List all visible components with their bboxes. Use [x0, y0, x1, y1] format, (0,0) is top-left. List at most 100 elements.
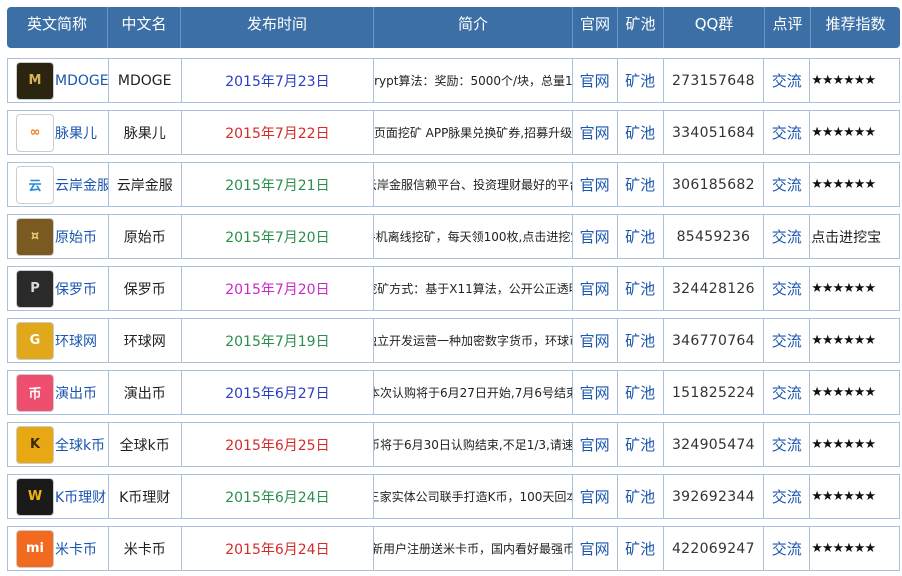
coin-name-link[interactable]: 脉果儿 [55, 123, 97, 143]
qq-group-number: 392692344 [671, 488, 755, 505]
pool-link[interactable]: 矿池 [625, 226, 655, 247]
review-link[interactable]: 交流 [772, 278, 802, 299]
yanchu-coin-icon[interactable]: 币 [16, 373, 54, 412]
pool-link[interactable]: 矿池 [625, 174, 655, 195]
paul-coin-icon[interactable]: P [16, 269, 54, 308]
coin-name-link[interactable]: K币理财 [55, 487, 106, 507]
intro-text: 新用户注册送米卡币，国内看好最强币 [374, 542, 573, 556]
qq-group-number: 85459236 [676, 228, 751, 245]
intro-cell: 页面挖矿 APP脉果兑换矿券,招募升级 [374, 111, 573, 154]
pool-cell: 矿池 [618, 215, 664, 258]
website-link[interactable]: 官网 [580, 70, 610, 91]
huanqiu-coin-icon[interactable]: G [16, 321, 54, 360]
rating-cell: ★★★★★★ [810, 423, 899, 466]
website-link[interactable]: 官网 [580, 486, 610, 507]
website-link[interactable]: 官网 [580, 278, 610, 299]
release-date: 2015年7月21日 [225, 177, 330, 194]
cn-name-cell: 演出币 [109, 371, 182, 414]
mika-coin-icon[interactable]: mi [16, 529, 54, 568]
cn-name: 云岸金服 [116, 177, 173, 194]
website-cell: 官网 [573, 319, 618, 362]
qq-group-number: 306185682 [671, 176, 755, 193]
release-date: 2015年6月25日 [225, 437, 330, 454]
coin-name-link[interactable]: 保罗币 [55, 279, 97, 299]
coin-name-link[interactable]: 米卡币 [55, 539, 97, 559]
cn-name-cell: MDOGE [109, 59, 182, 102]
pool-link[interactable]: 矿池 [625, 538, 655, 559]
intro-cell: 三家实体公司联手打造K币，100天回本 [374, 475, 573, 518]
review-cell: 交流 [764, 267, 811, 310]
eng-name-cell: 币 演出币 [8, 371, 109, 414]
table-row: mi 米卡币 米卡币 2015年6月24日 新用户注册送米卡币，国内看好最强币 … [7, 526, 900, 571]
rating-cell: ★★★★★★ [810, 111, 899, 154]
eng-name-cell: 云 云岸金服 [8, 163, 109, 206]
header-qq-group: QQ群 [664, 7, 765, 48]
website-link[interactable]: 官网 [580, 330, 610, 351]
pool-link[interactable]: 矿池 [625, 434, 655, 455]
eng-name-cell: G 环球网 [8, 319, 109, 362]
maiguoer-logo-icon[interactable]: ∞ [16, 113, 54, 152]
rating-stars: ★★★★★★ [811, 73, 876, 88]
intro-cell: scrypt算法：奖励：5000个/块，总量1亿 [374, 59, 573, 102]
pool-link[interactable]: 矿池 [625, 122, 655, 143]
website-link[interactable]: 官网 [580, 226, 610, 247]
coin-name-link[interactable]: 原始币 [55, 227, 97, 247]
date-cell: 2015年7月22日 [182, 111, 375, 154]
review-link[interactable]: 交流 [772, 122, 802, 143]
review-link[interactable]: 交流 [772, 330, 802, 351]
pool-link[interactable]: 矿池 [625, 330, 655, 351]
coin-name-link[interactable]: MDOGE [55, 73, 108, 89]
review-link[interactable]: 交流 [772, 538, 802, 559]
website-link[interactable]: 官网 [580, 538, 610, 559]
review-link[interactable]: 交流 [772, 70, 802, 91]
intro-text: 云岸金服信赖平台、投资理财最好的平台 [374, 178, 573, 192]
website-cell: 官网 [573, 267, 618, 310]
rating-stars: 点击进挖宝 [811, 229, 882, 246]
header-eng-name: 英文简称 [7, 7, 108, 48]
eng-name-cell: K 全球k币 [8, 423, 109, 466]
date-cell: 2015年7月20日 [182, 267, 375, 310]
coin-name-link[interactable]: 环球网 [55, 331, 97, 351]
pool-link[interactable]: 矿池 [625, 70, 655, 91]
pool-link[interactable]: 矿池 [625, 486, 655, 507]
coin-name-link[interactable]: 全球k币 [55, 435, 105, 455]
header-rating: 推荐指数 [825, 15, 886, 33]
review-link[interactable]: 交流 [772, 174, 802, 195]
website-link[interactable]: 官网 [580, 382, 610, 403]
intro-text: 三家实体公司联手打造K币，100天回本 [374, 490, 573, 504]
website-cell: 官网 [573, 423, 618, 466]
date-cell: 2015年7月19日 [182, 319, 375, 362]
pool-link[interactable]: 矿池 [625, 382, 655, 403]
date-cell: 2015年6月24日 [182, 527, 375, 570]
intro-cell: 手机离线挖矿，每天领100枚,点击进挖宝 [374, 215, 573, 258]
intro-text: 页面挖矿 APP脉果兑换矿券,招募升级 [374, 126, 573, 140]
kcoin-logo-icon[interactable]: K [16, 425, 54, 464]
header-release-date: 发布时间 [181, 7, 374, 48]
website-link[interactable]: 官网 [580, 174, 610, 195]
cn-name: 环球网 [123, 333, 166, 350]
website-link[interactable]: 官网 [580, 122, 610, 143]
review-link[interactable]: 交流 [772, 382, 802, 403]
review-link[interactable]: 交流 [772, 226, 802, 247]
rating-stars: ★★★★★★ [811, 281, 876, 296]
mdoge-logo-icon[interactable]: M [16, 61, 54, 100]
qq-group-number: 346770764 [671, 332, 755, 349]
review-cell: 交流 [764, 527, 811, 570]
rating-stars: ★★★★★★ [811, 385, 876, 400]
coin-name-link[interactable]: 云岸金服 [55, 175, 108, 195]
cn-name: 保罗币 [123, 281, 166, 298]
review-link[interactable]: 交流 [772, 434, 802, 455]
yuanshi-coin-icon[interactable]: ¤ [16, 217, 54, 256]
pool-link[interactable]: 矿池 [625, 278, 655, 299]
website-link[interactable]: 官网 [580, 434, 610, 455]
kcoin-licai-icon[interactable]: W [16, 477, 54, 516]
rating-cell: ★★★★★★ [810, 319, 899, 362]
review-link[interactable]: 交流 [772, 486, 802, 507]
intro-text: 本次认购将于6月27日开始,7月6号结束 [374, 386, 573, 400]
release-date: 2015年7月19日 [225, 333, 330, 350]
review-cell: 交流 [764, 423, 811, 466]
coin-name-link[interactable]: 演出币 [55, 383, 97, 403]
date-cell: 2015年6月24日 [182, 475, 375, 518]
rating-cell: ★★★★★★ [810, 59, 899, 102]
yunan-logo-icon[interactable]: 云 [16, 165, 54, 204]
